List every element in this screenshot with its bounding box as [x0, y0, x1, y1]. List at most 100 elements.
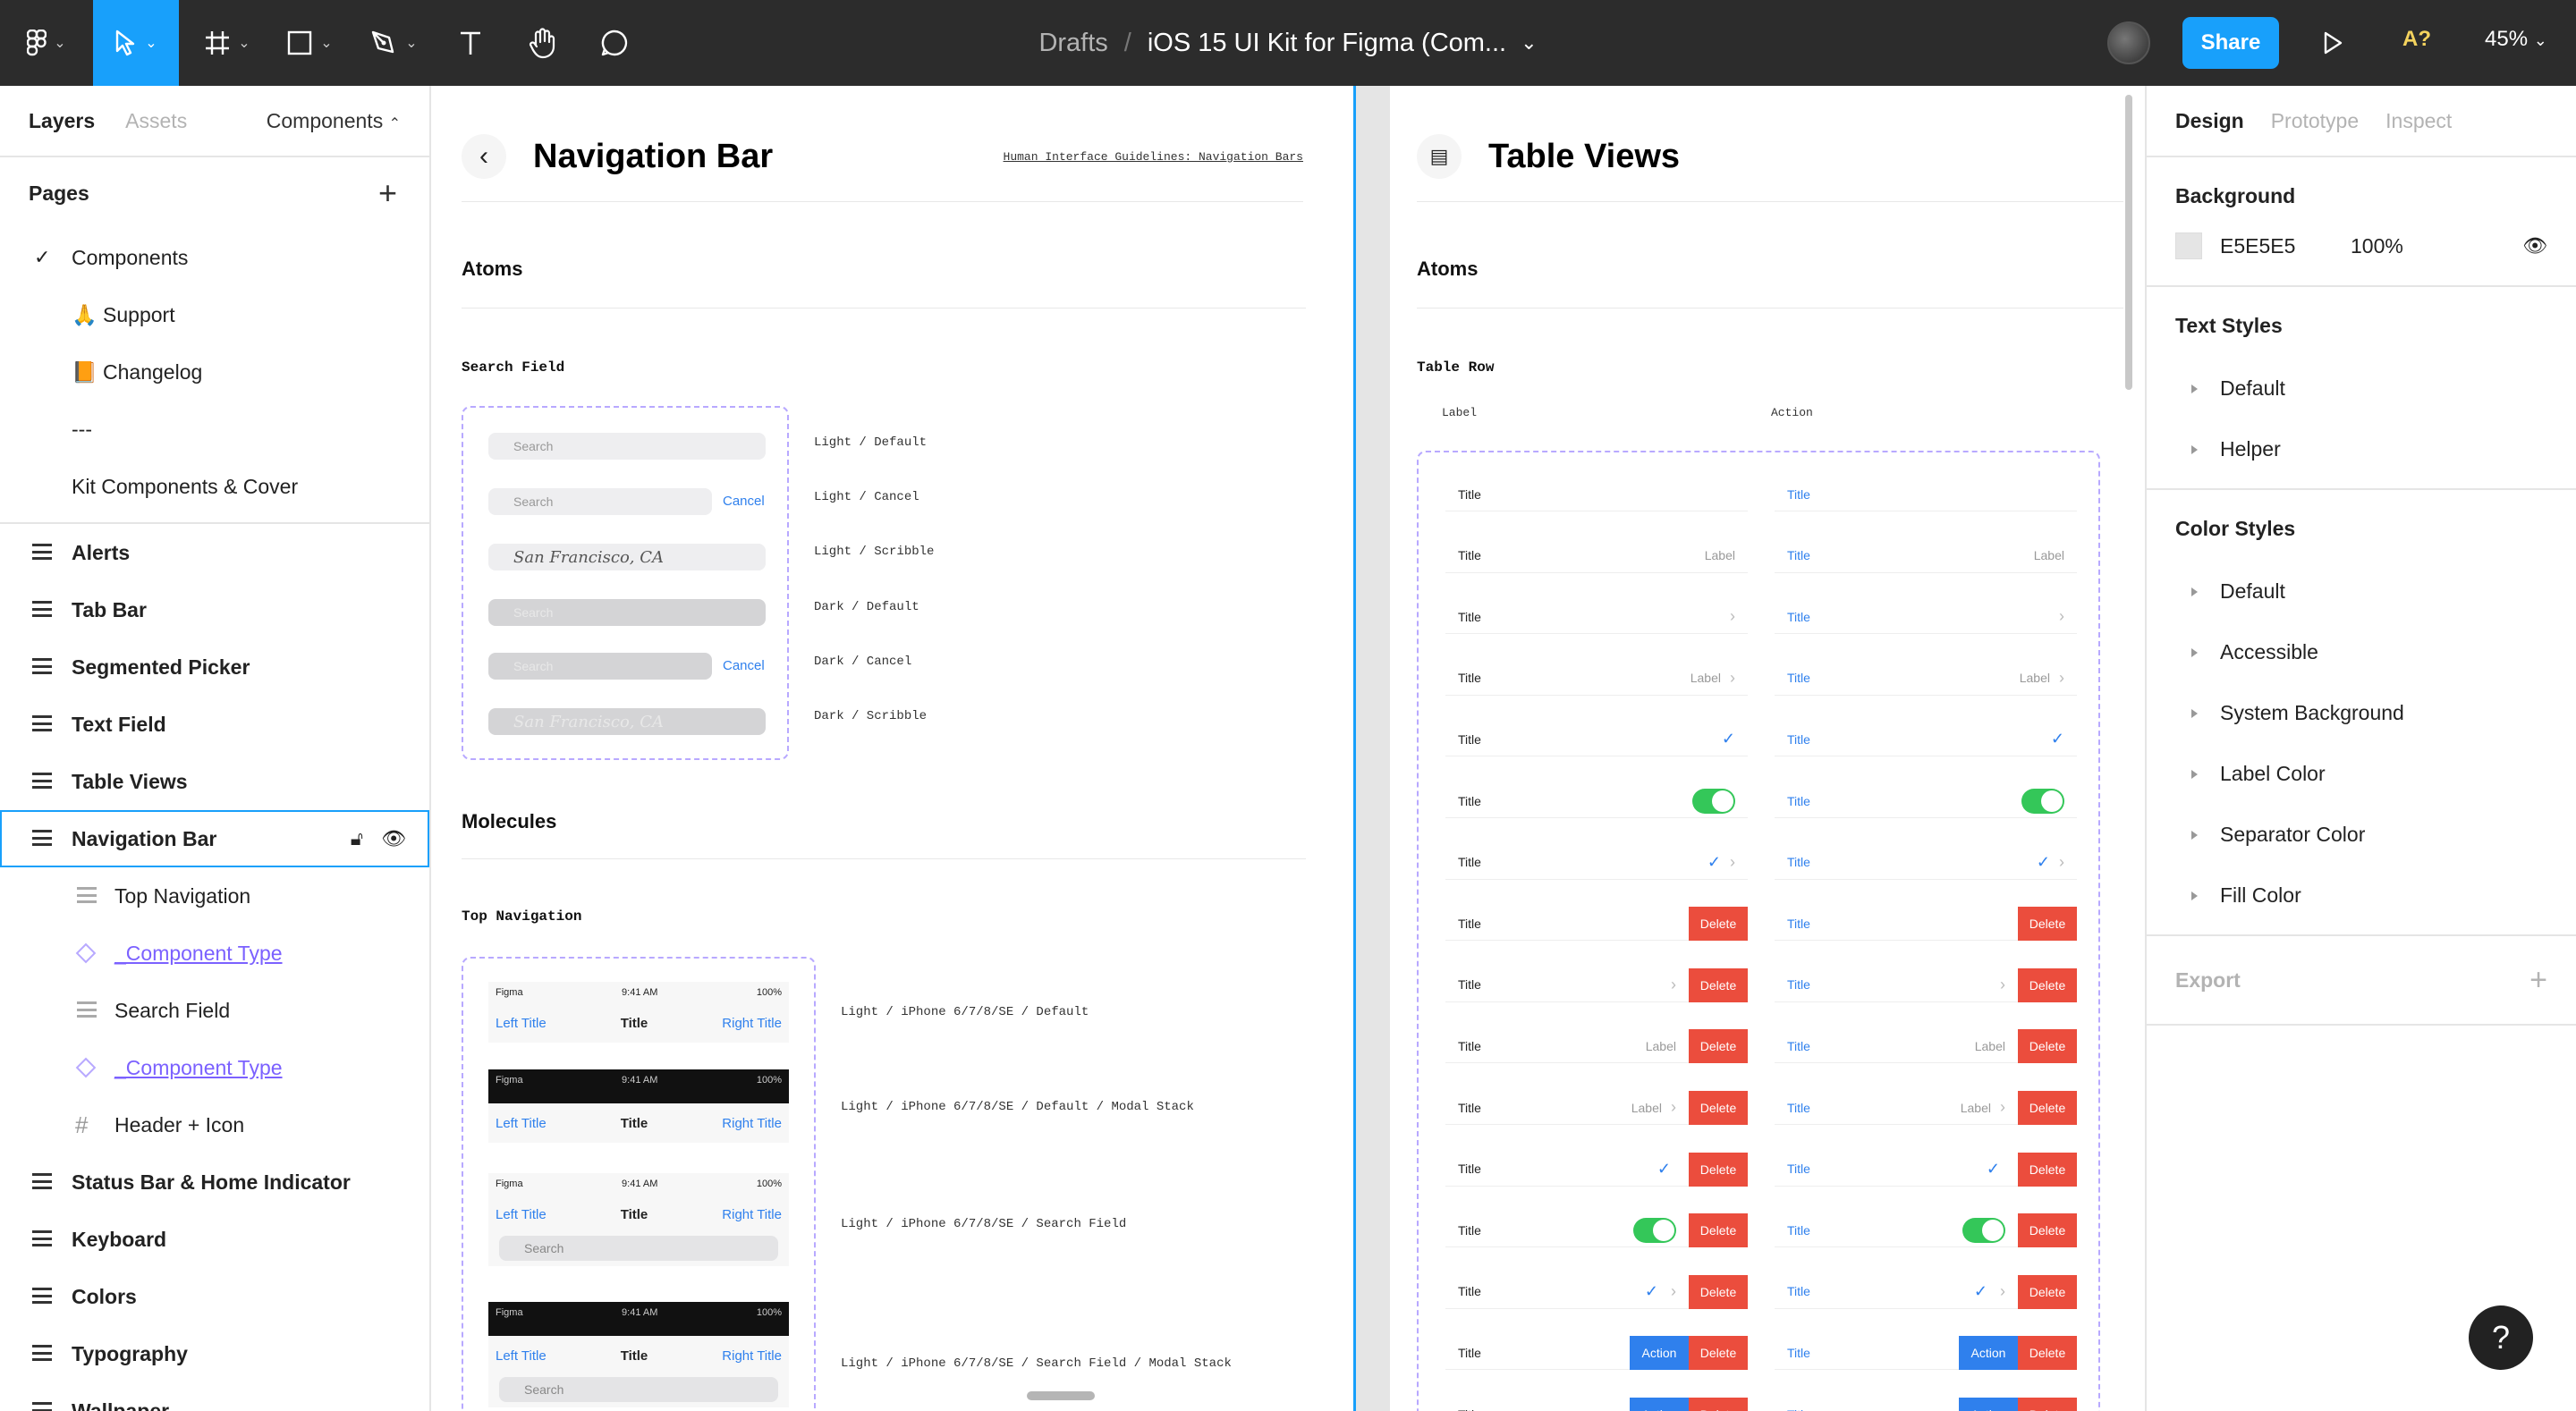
navigation-bar-frame[interactable]: ‹ Navigation Bar Human Interface Guideli…	[431, 86, 1356, 1411]
delete-button[interactable]: Delete	[1689, 907, 1748, 942]
layer-component-type[interactable]: _Component Type	[0, 925, 429, 982]
color-style-fill-color[interactable]: Fill Color	[2175, 865, 2547, 925]
chevron-down-icon[interactable]: ⌄	[1521, 31, 1537, 55]
table-row[interactable]: Title ActionDelete	[1775, 1336, 2077, 1371]
layer-status-bar[interactable]: Status Bar & Home Indicator	[0, 1153, 429, 1211]
table-row[interactable]: Title Label Delete	[1445, 1029, 1748, 1064]
canvas[interactable]: ‹ Navigation Bar Human Interface Guideli…	[431, 86, 2145, 1411]
delete-button[interactable]: Delete	[1689, 1336, 1748, 1371]
delete-button[interactable]: Delete	[2018, 1336, 2077, 1371]
delete-button[interactable]: Delete	[2018, 1213, 2077, 1248]
delete-button[interactable]: Delete	[2018, 1398, 2077, 1411]
color-style-label-color[interactable]: Label Color	[2175, 743, 2547, 804]
table-row[interactable]: Title Delete	[1775, 1213, 2077, 1248]
table-row[interactable]: Title	[1775, 784, 2077, 818]
eye-icon[interactable]: 👁︎	[381, 827, 406, 850]
table-row[interactable]: Title Delete	[1445, 907, 1748, 942]
delete-button[interactable]: Delete	[1689, 1091, 1748, 1125]
page-item-changelog[interactable]: 📙 Changelog	[0, 343, 429, 401]
color-swatch[interactable]	[2175, 232, 2202, 259]
toggle-switch[interactable]	[1962, 1217, 2005, 1243]
layer-colors[interactable]: Colors	[0, 1268, 429, 1325]
eye-icon[interactable]: 👁︎	[2522, 234, 2547, 258]
tab-prototype[interactable]: Prototype	[2271, 109, 2359, 133]
table-views-frame[interactable]: ▤ Table Views Atoms Table Row Label Acti…	[1390, 86, 2145, 1411]
delete-button[interactable]: Delete	[2018, 1029, 2077, 1064]
color-style-default[interactable]: Default	[2175, 561, 2547, 621]
horizontal-scrollbar[interactable]	[1027, 1391, 1095, 1400]
toggle-switch[interactable]	[1692, 788, 1735, 814]
delete-button[interactable]: Delete	[1689, 1029, 1748, 1064]
delete-button[interactable]: Delete	[1689, 1213, 1748, 1248]
page-item-components[interactable]: ✓ Components	[0, 229, 429, 286]
table-row[interactable]: Title ✓	[1775, 722, 2077, 757]
tab-design[interactable]: Design	[2175, 109, 2244, 133]
delete-button[interactable]: Delete	[2018, 1152, 2077, 1187]
page-item-divider[interactable]: ---	[0, 401, 429, 458]
text-style-helper[interactable]: Helper	[2175, 418, 2547, 479]
bg-opacity-input[interactable]: 100%	[2351, 234, 2403, 258]
hand-tool-button[interactable]	[519, 0, 567, 86]
color-style-separator-color[interactable]: Separator Color	[2175, 804, 2547, 865]
tab-assets[interactable]: Assets	[125, 109, 187, 133]
delete-button[interactable]: Delete	[2018, 1274, 2077, 1309]
zoom-dropdown[interactable]: 45% ⌄	[2485, 27, 2547, 52]
table-row[interactable]: Title Label	[1775, 538, 2077, 573]
layer-search-field[interactable]: Search Field	[0, 982, 429, 1039]
tab-inspect[interactable]: Inspect	[2385, 109, 2452, 133]
table-row[interactable]: Title Delete	[1445, 1213, 1748, 1248]
layer-header-icon[interactable]: # Header + Icon	[0, 1096, 429, 1153]
layer-table-views[interactable]: Table Views	[0, 753, 429, 810]
table-row[interactable]: Title Label › Delete	[1775, 1091, 2077, 1125]
table-row[interactable]: Title ActionDelete	[1445, 1336, 1748, 1371]
present-button[interactable]	[2311, 0, 2354, 86]
table-row[interactable]: Title	[1445, 784, 1748, 818]
figma-menu-button[interactable]: ⌄	[18, 0, 75, 86]
page-selector[interactable]: Components ⌃	[267, 109, 401, 133]
avatar[interactable]	[2107, 21, 2150, 64]
help-button[interactable]: ?	[2469, 1305, 2533, 1370]
action-button[interactable]: Action	[1630, 1336, 1689, 1371]
add-page-icon[interactable]: +	[378, 174, 397, 212]
shape-tool-button[interactable]: ⌄	[277, 0, 342, 86]
accessibility-button[interactable]: A?	[2402, 27, 2431, 52]
table-row-component-set[interactable]: Title Title Title Label Title Label Title › Titl…	[1417, 451, 2100, 1411]
share-button[interactable]: Share	[2182, 17, 2279, 69]
table-row[interactable]: Title ActionDelete	[1445, 1398, 1748, 1411]
action-button[interactable]: Action	[1630, 1398, 1689, 1411]
vertical-scrollbar[interactable]	[2125, 95, 2132, 390]
delete-button[interactable]: Delete	[1689, 1274, 1748, 1309]
table-row[interactable]: Title › ✓	[1775, 845, 2077, 880]
layer-keyboard[interactable]: Keyboard	[0, 1211, 429, 1268]
table-row[interactable]: Title Label › Delete	[1445, 1091, 1748, 1125]
table-row[interactable]: Title ActionDelete	[1775, 1398, 2077, 1411]
drafts-link[interactable]: Drafts	[1038, 29, 1107, 58]
page-item-kit-components[interactable]: Kit Components & Cover	[0, 458, 429, 515]
layer-top-navigation[interactable]: Top Navigation	[0, 867, 429, 925]
text-style-default[interactable]: Default	[2175, 358, 2547, 418]
color-style-accessible[interactable]: Accessible	[2175, 621, 2547, 682]
table-row[interactable]: Title	[1445, 477, 1748, 511]
frame-tool-button[interactable]: ⌄	[195, 0, 259, 86]
table-row[interactable]: Title ›	[1445, 600, 1748, 635]
hig-link[interactable]: Human Interface Guidelines: Navigation B…	[1004, 150, 1303, 164]
pen-tool-button[interactable]: ⌄	[358, 0, 429, 86]
layer-typography[interactable]: Typography	[0, 1325, 429, 1382]
table-row[interactable]: Title › ✓ Delete	[1445, 1274, 1748, 1309]
table-row[interactable]: Title	[1775, 477, 2077, 511]
add-export-icon[interactable]: +	[2529, 963, 2547, 998]
table-row[interactable]: Title Delete	[1775, 907, 2077, 942]
table-row[interactable]: Title › Delete	[1445, 967, 1748, 1002]
table-row[interactable]: Title › Delete	[1775, 967, 2077, 1002]
page-item-support[interactable]: 🙏 Support	[0, 286, 429, 343]
table-row[interactable]: Title Label ›	[1445, 661, 1748, 696]
delete-button[interactable]: Delete	[2018, 967, 2077, 1002]
action-button[interactable]: Action	[1959, 1398, 2018, 1411]
layer-tab-bar[interactable]: Tab Bar	[0, 581, 429, 638]
unlock-icon[interactable]: 🔓︎	[351, 827, 363, 850]
action-button[interactable]: Action	[1959, 1336, 2018, 1371]
layer-navigation-bar[interactable]: Navigation Bar 🔓︎ 👁︎	[0, 810, 429, 867]
toggle-switch[interactable]	[2021, 788, 2064, 814]
table-row[interactable]: Title Label	[1445, 538, 1748, 573]
table-row[interactable]: Title ✓ Delete	[1775, 1152, 2077, 1187]
